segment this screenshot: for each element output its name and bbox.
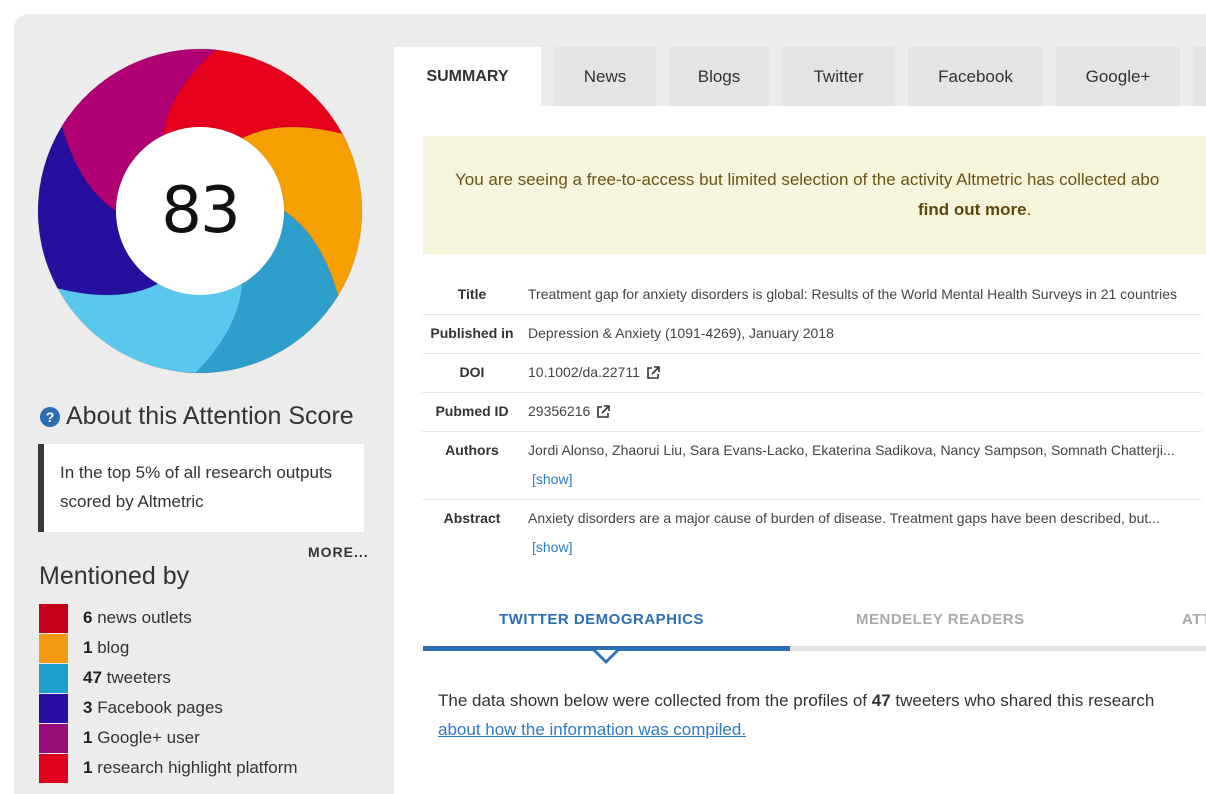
compiled-info-link[interactable]: about how the information was compiled. bbox=[438, 720, 746, 739]
tab-googleplus[interactable]: Google+ bbox=[1056, 47, 1180, 106]
doi-link[interactable]: 10.1002/da.22711 bbox=[528, 364, 640, 380]
altmetric-donut[interactable]: 83 bbox=[36, 47, 364, 375]
blog-swatch bbox=[39, 633, 68, 663]
table-row: Pubmed ID 29356216 bbox=[422, 392, 1202, 432]
mention-count: 1 bbox=[83, 728, 93, 747]
tweeter-count: 47 bbox=[871, 691, 891, 710]
tab-mendeley-readers[interactable]: MENDELEY READERS bbox=[856, 611, 1025, 628]
doi-label: DOI bbox=[422, 353, 528, 393]
mention-count: 1 bbox=[83, 638, 93, 657]
desc-text: The data shown below were collected from… bbox=[438, 691, 872, 710]
tab-attention-overflow[interactable]: ATT bbox=[1182, 611, 1206, 628]
table-row: Abstract Anxiety disorders are a major c… bbox=[422, 500, 1202, 568]
notice-period: . bbox=[1026, 200, 1032, 219]
table-row: Published in Depression & Anxiety (1091-… bbox=[422, 314, 1202, 354]
googleplus-swatch bbox=[39, 723, 68, 753]
notice-text: You are seeing a free-to-access but limi… bbox=[455, 170, 1160, 189]
tab-bar: SUMMARY News Blogs Twitter Facebook Goog… bbox=[394, 47, 1206, 107]
mention-label: blog bbox=[97, 638, 130, 657]
mention-news[interactable]: 6 news outlets bbox=[39, 603, 298, 633]
mention-count: 1 bbox=[83, 758, 93, 777]
tab-twitter[interactable]: Twitter bbox=[782, 47, 895, 106]
mention-tweeters[interactable]: 47 tweeters bbox=[39, 663, 298, 693]
donut-center bbox=[116, 127, 284, 295]
tab-summary[interactable]: SUMMARY bbox=[394, 47, 541, 107]
pubmed-link[interactable]: 29356216 bbox=[528, 403, 590, 419]
mention-label: Facebook pages bbox=[97, 698, 223, 717]
desc-text-end: tweeters who shared this research bbox=[890, 691, 1155, 710]
active-tab-caret-inner bbox=[596, 650, 616, 660]
find-out-more-link[interactable]: find out more bbox=[918, 200, 1027, 219]
show-abstract-link[interactable]: [show] bbox=[532, 539, 572, 555]
tab-news[interactable]: News bbox=[554, 47, 656, 106]
about-score-label: About this Attention Score bbox=[66, 402, 354, 430]
external-link-icon[interactable] bbox=[646, 366, 660, 380]
demographics-tabs: TWITTER DEMOGRAPHICS MENDELEY READERS AT… bbox=[423, 597, 1206, 664]
help-icon[interactable]: ? bbox=[40, 406, 60, 427]
mention-blog[interactable]: 1 blog bbox=[39, 633, 298, 663]
mention-count: 3 bbox=[83, 698, 93, 717]
pubmed-label: Pubmed ID bbox=[422, 392, 528, 432]
tab-overflow[interactable] bbox=[1193, 47, 1206, 106]
tab-twitter-demographics[interactable]: TWITTER DEMOGRAPHICS bbox=[499, 611, 704, 628]
twitter-swatch bbox=[39, 663, 68, 693]
score-callout: In the top 5% of all research outputs sc… bbox=[38, 444, 364, 532]
mention-facebook[interactable]: 3 Facebook pages bbox=[39, 693, 298, 723]
mentioned-by-heading: Mentioned by bbox=[39, 562, 190, 590]
mention-label: Google+ user bbox=[97, 728, 200, 747]
authors-label: Authors bbox=[422, 431, 528, 500]
show-authors-link[interactable]: [show] bbox=[532, 471, 572, 487]
table-row: Authors Jordi Alonso, Zhaorui Liu, Sara … bbox=[422, 431, 1202, 500]
tab-facebook[interactable]: Facebook bbox=[908, 47, 1043, 106]
more-link[interactable]: MORE... bbox=[308, 544, 369, 560]
mention-label: research highlight platform bbox=[97, 758, 298, 777]
altmetric-page: 83 ? About this Attention Score In the t… bbox=[14, 14, 1206, 794]
about-score-heading[interactable]: ? About this Attention Score bbox=[40, 402, 354, 431]
mention-googleplus[interactable]: 1 Google+ user bbox=[39, 723, 298, 753]
table-row: DOI 10.1002/da.22711 bbox=[422, 353, 1202, 393]
tab-blogs[interactable]: Blogs bbox=[669, 47, 769, 106]
mentions-list: 6 news outlets 1 blog 47 tweeters 3 Face… bbox=[39, 603, 298, 783]
research-highlight-swatch bbox=[39, 753, 68, 783]
external-link-icon[interactable] bbox=[596, 405, 611, 419]
mention-research-highlight[interactable]: 1 research highlight platform bbox=[39, 753, 298, 783]
abstract-label: Abstract bbox=[443, 510, 501, 526]
mention-label: tweeters bbox=[106, 668, 171, 687]
news-swatch bbox=[39, 603, 68, 633]
demographics-description: The data shown below were collected from… bbox=[438, 686, 1206, 744]
article-details-table: Title Treatment gap for anxiety disorder… bbox=[422, 276, 1202, 567]
table-row: Title Treatment gap for anxiety disorder… bbox=[422, 276, 1202, 315]
authors-value: Jordi Alonso, Zhaorui Liu, Sara Evans-La… bbox=[528, 442, 1175, 458]
published-value: Depression & Anxiety (1091-4269), Januar… bbox=[528, 314, 1202, 354]
title-value: Treatment gap for anxiety disorders is g… bbox=[528, 276, 1202, 315]
mention-count: 47 bbox=[83, 668, 102, 687]
donut-graphic bbox=[37, 48, 363, 374]
title-label: Title bbox=[422, 276, 528, 315]
abstract-value: Anxiety disorders are a major cause of b… bbox=[528, 510, 1160, 526]
limited-access-notice: You are seeing a free-to-access but limi… bbox=[423, 136, 1206, 254]
facebook-swatch bbox=[39, 693, 68, 723]
summary-panel: You are seeing a free-to-access but limi… bbox=[394, 106, 1206, 794]
mention-label: news outlets bbox=[97, 608, 192, 627]
published-label: Published in bbox=[422, 314, 528, 354]
mention-count: 6 bbox=[83, 608, 93, 627]
